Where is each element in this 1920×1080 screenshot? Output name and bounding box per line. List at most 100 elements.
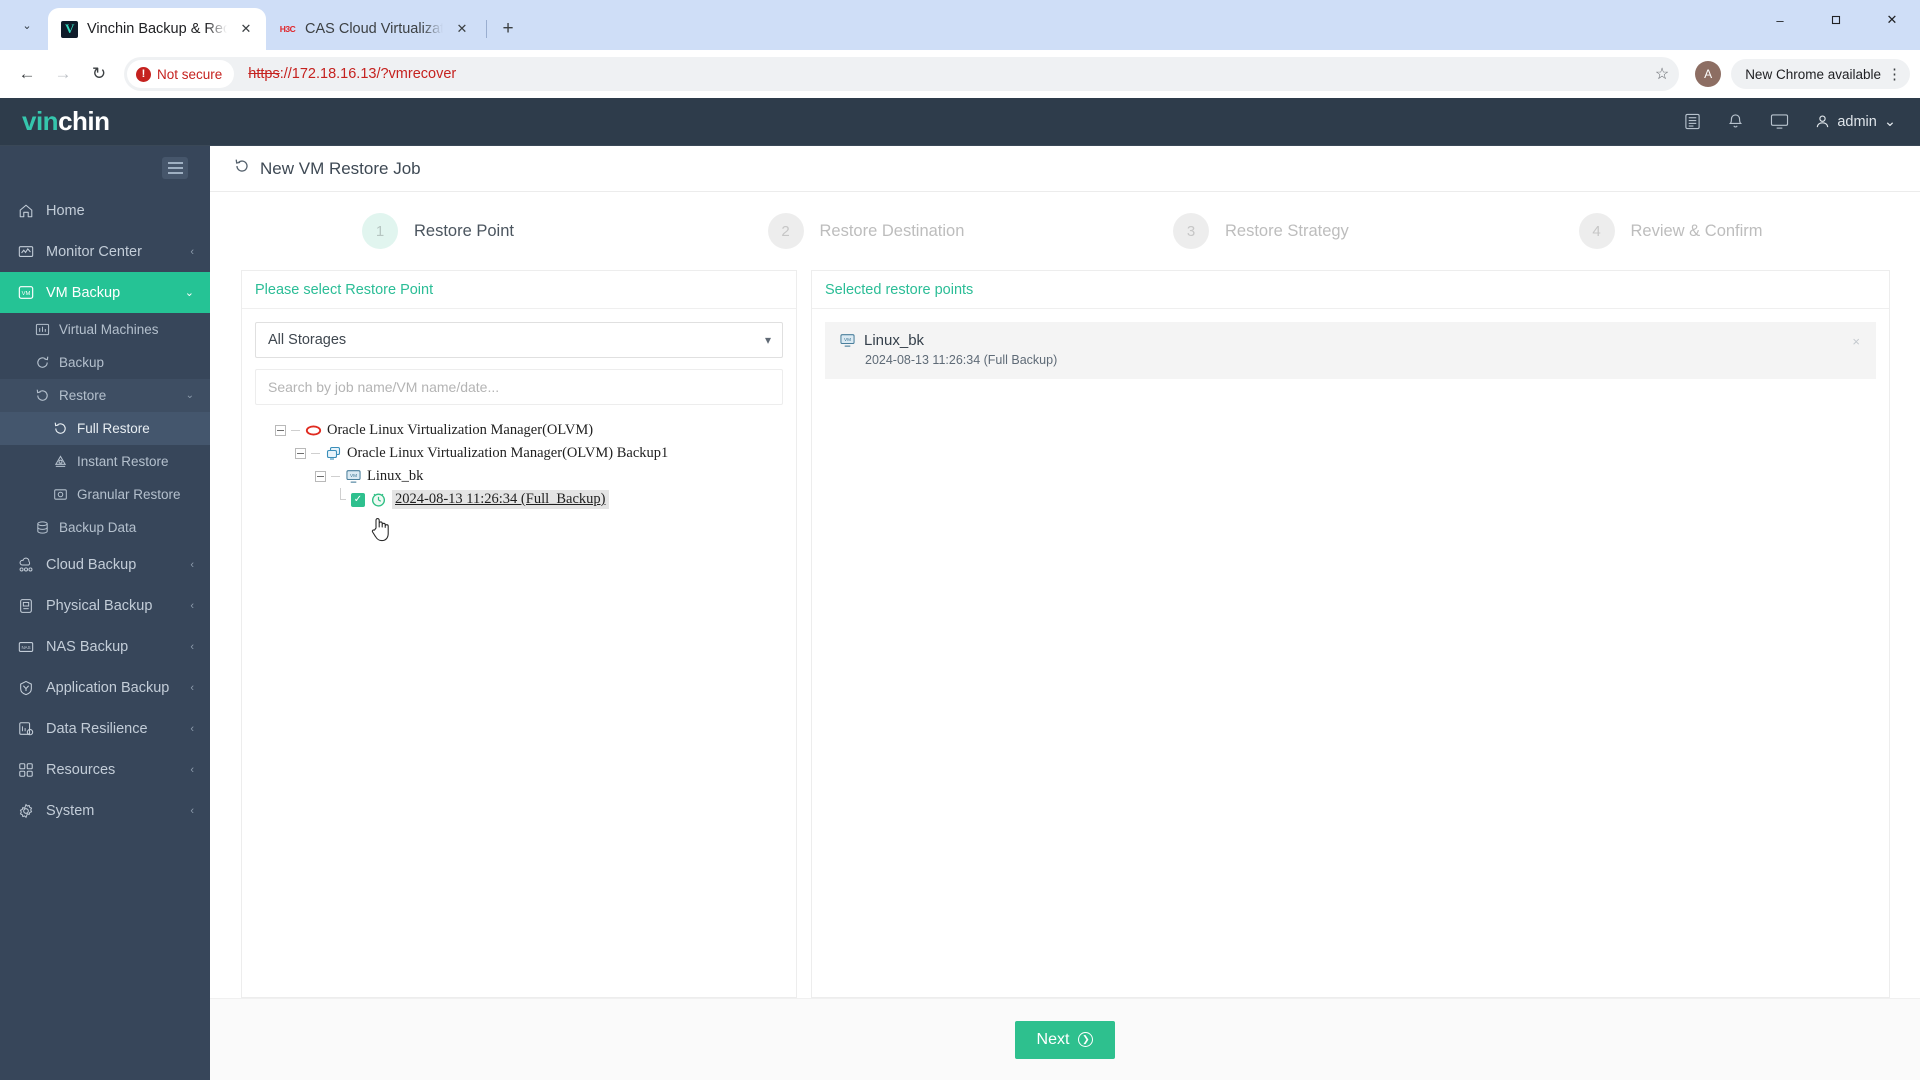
selected-restore-point-card[interactable]: VM Linux_bk 2024-08-13 11:26:34 (Full Ba…: [825, 322, 1876, 379]
bell-icon[interactable]: [1727, 113, 1744, 131]
sidebar-item-granular-restore[interactable]: Granular Restore: [0, 478, 210, 511]
sidebar-item-home[interactable]: Home: [0, 190, 210, 231]
restore-point-panel: Please select Restore Point All Storages…: [241, 270, 797, 998]
close-icon[interactable]: ✕: [236, 19, 256, 39]
wizard-steps: 1 Restore Point 2 Restore Destination 3 …: [230, 192, 1900, 270]
reload-icon[interactable]: ↻: [82, 57, 116, 91]
sidebar-item-virtual-machines[interactable]: Virtual Machines: [0, 313, 210, 346]
browser-tab-vinchin[interactable]: V Vinchin Backup & Recovery ✕: [48, 8, 266, 50]
warning-icon: !: [136, 66, 151, 82]
tree-node-vm[interactable]: VM Linux_bk: [275, 465, 783, 488]
sidebar-item-label: Monitor Center: [46, 243, 142, 260]
sidebar-item-data-resilience[interactable]: Data Resilience ‹: [0, 708, 210, 749]
application-backup-icon: [18, 680, 34, 696]
sidebar-item-label: Application Backup: [46, 679, 170, 696]
app-header-actions: admin ⌄: [1684, 113, 1896, 131]
sidebar-item-label: Granular Restore: [77, 487, 181, 502]
tree-line: [335, 488, 346, 505]
nas-backup-icon: NAS: [18, 639, 34, 655]
bookmark-star-icon[interactable]: ☆: [1655, 64, 1669, 84]
new-tab-button[interactable]: +: [493, 14, 523, 44]
selected-restore-points-panel: Selected restore points VM Linux_bk 2024…: [811, 270, 1890, 998]
sidebar-item-backup[interactable]: Backup: [0, 346, 210, 379]
card-restore-point-detail: 2024-08-13 11:26:34 (Full Backup): [865, 353, 1058, 367]
sidebar-item-instant-restore[interactable]: Instant Restore: [0, 445, 210, 478]
next-button-label: Next: [1036, 1030, 1070, 1048]
restore-point-checkbox[interactable]: ✓: [351, 492, 365, 507]
backup-icon: [34, 355, 50, 371]
storage-select[interactable]: All Storages: [255, 322, 783, 358]
sidebar-item-label: VM Backup: [46, 284, 121, 301]
sidebar-item-label: Resources: [46, 761, 116, 778]
resources-icon: [18, 762, 34, 778]
tree-node-backup-job[interactable]: Oracle Linux Virtualization Manager(OLVM…: [275, 442, 783, 465]
page-title: New VM Restore Job: [260, 158, 421, 178]
sidebar-item-resources[interactable]: Resources ‹: [0, 749, 210, 790]
tree-line: [331, 476, 340, 477]
sidebar-item-label: System: [46, 802, 95, 819]
forward-icon[interactable]: →: [46, 57, 80, 91]
vinchin-logo[interactable]: vinchin: [22, 106, 110, 137]
sidebar-item-restore[interactable]: Restore ⌄: [0, 379, 210, 412]
sidebar-item-physical-backup[interactable]: Physical Backup ‹: [0, 585, 210, 626]
wizard-footer: Next ❯: [210, 998, 1920, 1080]
tree-node-restore-point[interactable]: ✓ 2024-08-13 11:26:34 (Full_Backup): [275, 488, 783, 511]
sidebar-item-backup-data[interactable]: Backup Data: [0, 511, 210, 544]
wizard-step-3[interactable]: 3 Restore Strategy: [1065, 213, 1471, 249]
panel-header: Please select Restore Point: [242, 271, 796, 309]
browser-tabstrip: ⌄ V Vinchin Backup & Recovery ✕ H3C CAS …: [0, 0, 1920, 50]
close-icon[interactable]: ✕: [452, 19, 472, 39]
sidebar-item-system[interactable]: System ‹: [0, 790, 210, 831]
logo-part-1: vin: [22, 106, 59, 136]
kebab-menu-icon[interactable]: ⋮: [1887, 65, 1902, 83]
svg-text:VM: VM: [350, 473, 357, 478]
sidebar-collapse-button[interactable]: [162, 157, 188, 179]
collapse-toggle-icon[interactable]: [315, 471, 326, 482]
maximize-icon[interactable]: [1808, 0, 1864, 40]
wizard-step-4[interactable]: 4 Review & Confirm: [1471, 213, 1877, 249]
chrome-update-button[interactable]: New Chrome available ⋮: [1731, 59, 1910, 89]
wizard-panels: Please select Restore Point All Storages…: [230, 270, 1900, 998]
sidebar-item-label: NAS Backup: [46, 638, 129, 655]
minimize-icon[interactable]: –: [1752, 0, 1808, 40]
not-secure-badge[interactable]: ! Not secure: [127, 60, 235, 88]
monitor-icon[interactable]: [1770, 113, 1789, 130]
sidebar-item-label: Backup Data: [59, 520, 137, 535]
tree-node-olvm[interactable]: Oracle Linux Virtualization Manager(OLVM…: [275, 419, 783, 442]
sidebar-item-full-restore[interactable]: Full Restore: [0, 412, 210, 445]
chevron-icon: ‹: [190, 804, 194, 817]
search-input[interactable]: [255, 369, 783, 405]
list-icon[interactable]: [1684, 113, 1701, 130]
sidebar-item-vm-backup[interactable]: VM VM Backup ⌄: [0, 272, 210, 313]
collapse-toggle-icon[interactable]: [275, 425, 286, 436]
cloud-backup-icon: [18, 557, 34, 573]
step-number: 2: [767, 213, 804, 249]
sidebar-item-label: Home: [46, 202, 85, 219]
sidebar-item-application-backup[interactable]: Application Backup ‹: [0, 667, 210, 708]
wizard-step-2[interactable]: 2 Restore Destination: [660, 213, 1066, 249]
tab-search-icon[interactable]: ⌄: [10, 8, 44, 42]
address-bar[interactable]: ! Not secure https://172.18.16.13/?vmrec…: [124, 57, 1680, 91]
clock-icon: [370, 491, 387, 508]
sidebar-item-nas-backup[interactable]: NAS NAS Backup ‹: [0, 626, 210, 667]
wizard-step-1[interactable]: 1 Restore Point: [254, 213, 660, 249]
home-icon: [18, 203, 34, 219]
step-label: Restore Point: [414, 221, 514, 240]
granular-restore-icon: [52, 487, 68, 503]
next-button[interactable]: Next ❯: [1014, 1020, 1116, 1059]
collapse-toggle-icon[interactable]: [295, 448, 306, 459]
backup-data-icon: [34, 520, 50, 536]
close-window-icon[interactable]: ✕: [1864, 0, 1920, 40]
restore-point-tree: Oracle Linux Virtualization Manager(OLVM…: [255, 419, 783, 511]
sidebar-item-cloud-backup[interactable]: Cloud Backup ‹: [0, 544, 210, 585]
avatar[interactable]: A: [1695, 61, 1722, 87]
logo-part-2: chin: [58, 106, 110, 136]
remove-restore-point-icon[interactable]: ×: [1852, 334, 1860, 349]
back-icon[interactable]: ←: [10, 57, 44, 91]
sidebar-item-monitor-center[interactable]: Monitor Center ‹: [0, 231, 210, 272]
tree-line: [311, 453, 320, 454]
user-menu[interactable]: admin ⌄: [1815, 114, 1896, 130]
card-title-row: VM Linux_bk: [839, 332, 1862, 349]
browser-tab-cas[interactable]: H3C CAS Cloud Virtualization Ma ✕: [266, 8, 482, 50]
step-label: Restore Destination: [819, 221, 965, 240]
